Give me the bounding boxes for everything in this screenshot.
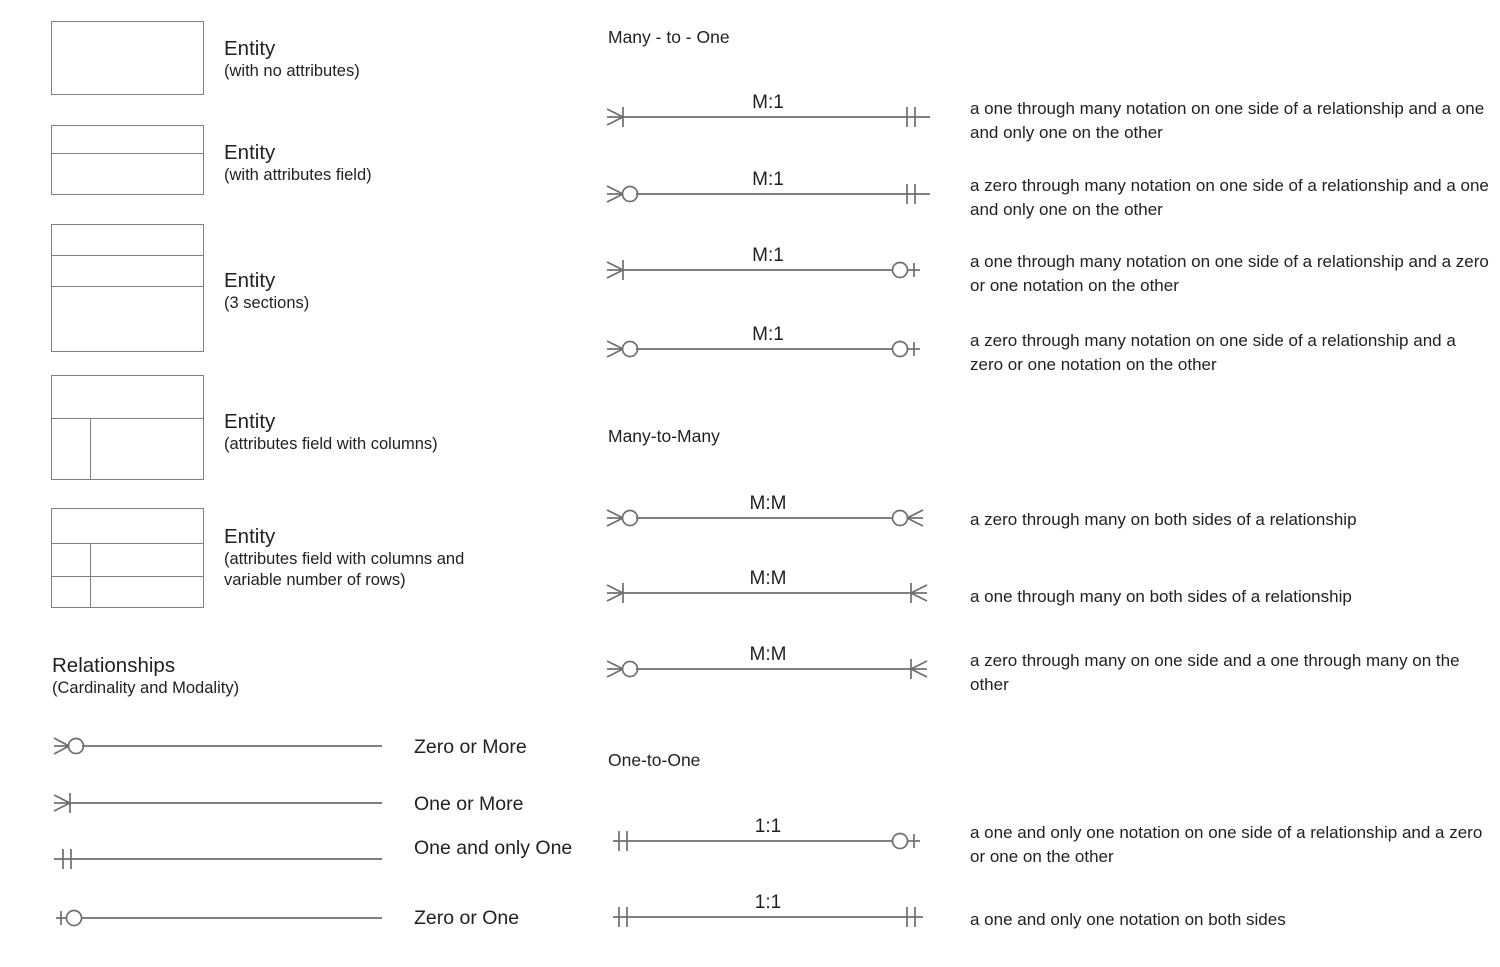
relationship-connector-many-to-many-3 [605, 654, 930, 684]
relationship-connector-many-to-one-4 [605, 334, 930, 364]
one-or-more-line-icon [52, 787, 382, 819]
relationship-description: a one through many on both sides of a re… [970, 587, 1352, 606]
endpoint-zero-or-more [607, 186, 638, 202]
entity-label-attributes-field: Entity (with attributes field) [224, 140, 554, 186]
relationship-connector-many-to-one-2 [605, 179, 930, 209]
entity-subtitle: (attributes field with columns and varia… [224, 550, 465, 589]
entity-label-attributes-columns-rows: Entity (attributes field with columns an… [224, 524, 514, 591]
relationships-heading-block: Relationships (Cardinality and Modality) [52, 653, 452, 699]
endpoint-one-or-more [911, 583, 927, 603]
group-heading-many-to-many: Many-to-Many [608, 426, 720, 446]
entity-label-no-attributes: Entity (with no attributes) [224, 36, 554, 82]
relationship-description: a one and only one notation on both side… [970, 910, 1286, 929]
entity-shape-attributes-columns-rows [51, 508, 204, 608]
entity-label-3-sections: Entity (3 sections) [224, 268, 554, 314]
one-and-only-one-line-icon [52, 843, 382, 875]
entity-title: Entity [224, 269, 276, 292]
zero-or-more-line-icon [52, 730, 382, 762]
entity-title: Entity [224, 37, 276, 60]
entity-divider [52, 255, 203, 256]
entity-subtitle: (with no attributes) [224, 62, 360, 80]
entity-shape-attributes-columns [51, 375, 204, 480]
relationship-description: a zero through many on both sides of a r… [970, 510, 1357, 529]
entity-divider [52, 576, 203, 577]
entity-shape-3-sections [51, 224, 204, 352]
endpoint-one-or-more [607, 583, 623, 603]
relationship-label-zero-or-one: Zero or One [414, 907, 520, 929]
endpoint-zero-or-more [893, 510, 924, 526]
entity-divider [52, 286, 203, 287]
relationship-description: a one and only one notation on one side … [970, 823, 1483, 866]
relationship-connector-many-to-many-1 [605, 503, 930, 533]
relationship-label-one-or-more: One or More [414, 793, 524, 815]
entity-divider [52, 153, 203, 154]
relationship-connector-many-to-many-2 [605, 578, 930, 608]
entity-column-divider [90, 543, 91, 607]
entity-title: Entity [224, 141, 276, 164]
entity-subtitle: (with attributes field) [224, 166, 372, 184]
endpoint-zero-or-more [607, 341, 638, 357]
entity-title: Entity [224, 525, 276, 548]
relationship-label-one-and-only-one: One and only One [414, 837, 573, 859]
endpoint-zero-or-more [607, 510, 638, 526]
zero-or-one-line-icon [52, 902, 382, 934]
entity-label-attributes-columns: Entity (attributes field with columns) [224, 409, 624, 455]
relationships-heading: Relationships [52, 654, 176, 677]
endpoint-one-or-more [911, 659, 927, 679]
entity-column-divider [90, 418, 91, 479]
endpoint-zero-or-more [607, 661, 638, 677]
entity-divider [52, 543, 203, 544]
entity-divider [52, 418, 203, 419]
relationships-subheading: (Cardinality and Modality) [52, 679, 240, 697]
entity-subtitle: (attributes field with columns) [224, 435, 438, 453]
endpoint-one-or-more [607, 260, 623, 280]
endpoint-zero-or-one [893, 342, 921, 357]
relationship-description: a zero through many notation on one side… [970, 176, 1489, 219]
relationship-description: a zero through many notation on one side… [970, 331, 1456, 374]
relationship-description: a one through many notation on one side … [970, 99, 1485, 142]
relationship-description: a one through many notation on one side … [970, 252, 1489, 295]
entity-title: Entity [224, 410, 276, 433]
relationship-description: a zero through many on one side and a on… [970, 651, 1460, 694]
entity-shape-no-attributes [51, 21, 204, 95]
relationship-connector-many-to-one-1 [605, 102, 930, 132]
group-heading-many-to-one: Many - to - One [608, 27, 730, 47]
relationship-label-zero-or-more: Zero or More [414, 736, 527, 758]
endpoint-zero-or-one [893, 263, 921, 278]
relationship-connector-one-to-one-2 [605, 902, 930, 932]
endpoint-zero-or-one [893, 834, 921, 849]
entity-subtitle: (3 sections) [224, 294, 310, 312]
group-heading-one-to-one: One-to-One [608, 750, 701, 770]
relationship-connector-one-to-one-1 [605, 826, 930, 856]
endpoint-one-or-more [607, 107, 623, 127]
entity-shape-attributes-field [51, 125, 204, 195]
relationship-connector-many-to-one-3 [605, 255, 930, 285]
